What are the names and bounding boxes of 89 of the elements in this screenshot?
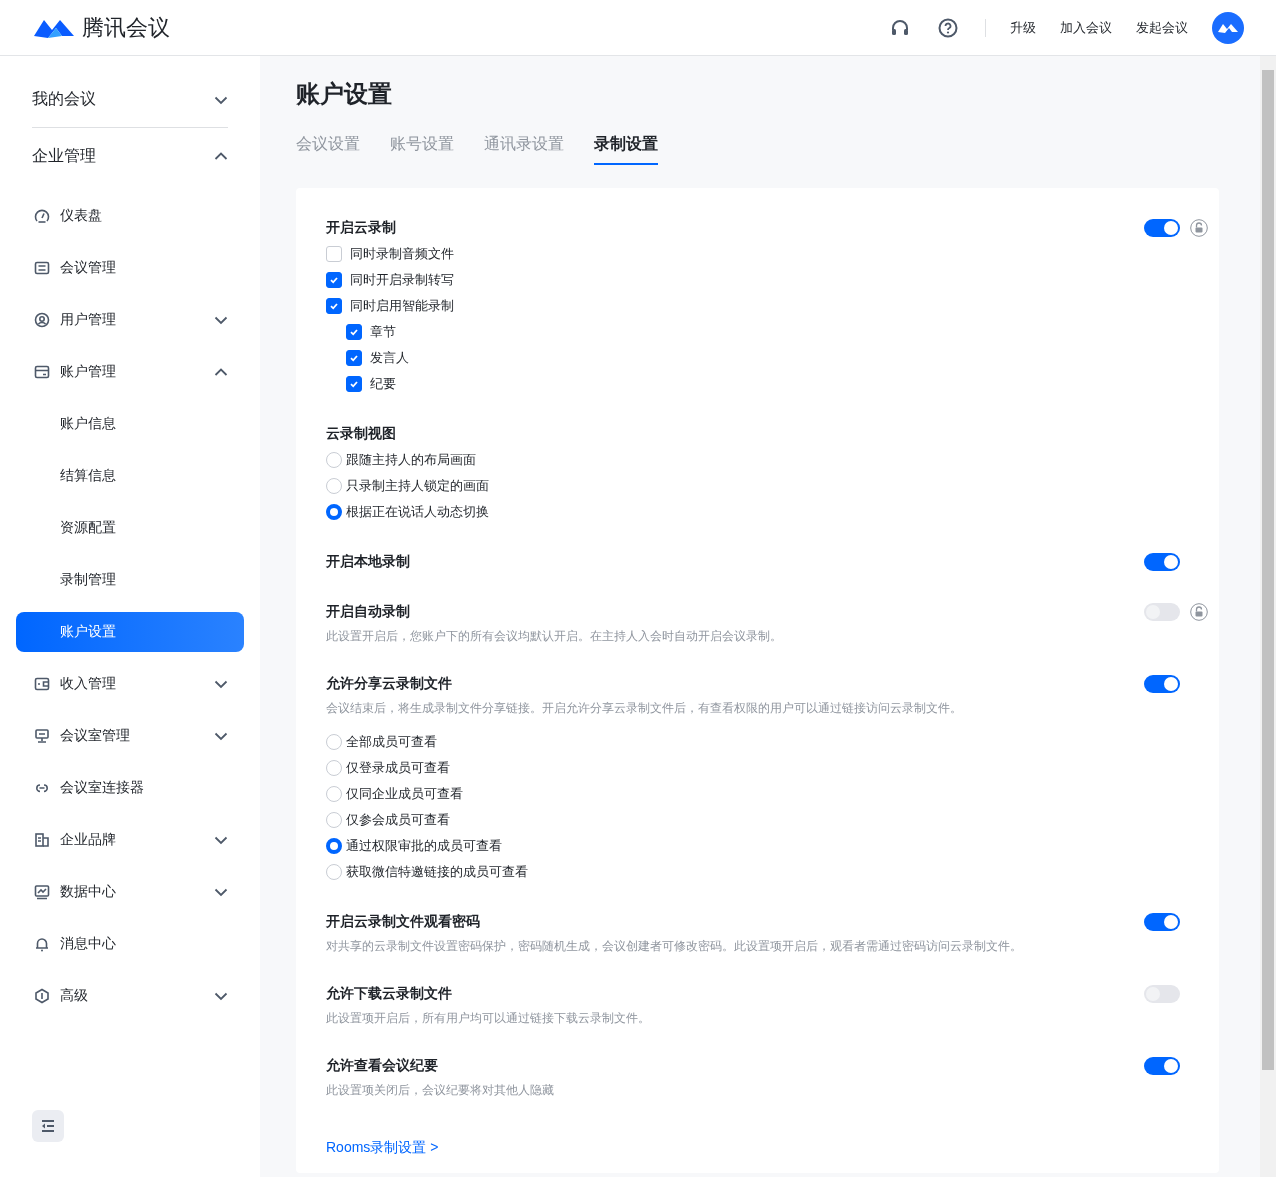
sidebar-item[interactable]: 数据中心 — [16, 872, 244, 912]
sidebar-item[interactable]: 账户信息 — [16, 404, 244, 444]
sidebar-item[interactable]: 结算信息 — [16, 456, 244, 496]
description: 此设置项关闭后，会议纪要将对其他人隐藏 — [326, 1082, 555, 1099]
sidebar-item[interactable]: 账户管理 — [16, 352, 244, 392]
section-title: 开启云录制 — [326, 219, 397, 237]
sidebar-item[interactable]: 会议管理 — [16, 248, 244, 288]
sidebar-item[interactable]: 收入管理 — [16, 664, 244, 704]
section-title: 开启云录制文件观看密码 — [326, 913, 481, 931]
monitor-icon — [34, 728, 50, 744]
check-icon — [329, 275, 339, 285]
sidebar-item[interactable]: 仪表盘 — [16, 196, 244, 236]
checkbox[interactable] — [326, 272, 342, 288]
toggle-switch[interactable] — [1144, 675, 1180, 693]
unlock-icon[interactable] — [1190, 219, 1208, 237]
sidebar-item[interactable]: 高级 — [16, 976, 244, 1016]
option-label: 跟随主持人的布局画面 — [346, 451, 476, 469]
toggle-switch[interactable] — [1144, 913, 1180, 931]
toggle-switch[interactable] — [1144, 1057, 1180, 1075]
check-icon — [329, 301, 339, 311]
sidebar-item[interactable]: 消息中心 — [16, 924, 244, 964]
checkbox[interactable] — [326, 298, 342, 314]
wallet-icon — [34, 676, 50, 692]
header-link[interactable]: 升级 — [1010, 18, 1036, 37]
sidebar-item[interactable]: 会议室连接器 — [16, 768, 244, 808]
description: 会议结束后，将生成录制文件分享链接。开启允许分享云录制文件后，有查看权限的用户可以通过链接访问云录制文件。 — [326, 700, 963, 717]
toggle-switch[interactable] — [1144, 553, 1180, 571]
sidebar-item[interactable]: 企业品牌 — [16, 820, 244, 860]
option-label: 通过权限审批的成员可查看 — [346, 837, 502, 855]
option-label: 同时开启录制转写 — [350, 271, 454, 289]
option-label: 同时启用智能录制 — [350, 297, 454, 315]
check-icon — [349, 353, 359, 363]
sidebar-group[interactable]: 我的会议 — [32, 72, 228, 128]
settings-link[interactable]: Rooms录制设置 > — [326, 1139, 439, 1157]
gauge-icon — [34, 208, 50, 224]
page-title: 账户设置 — [296, 79, 393, 109]
section-title: 允许分享云录制文件 — [326, 675, 453, 693]
toggle-switch[interactable] — [1144, 219, 1180, 237]
description: 此设置开启后，您账户下的所有会议均默认开启。在主持人入会时自动开启会议录制。 — [326, 628, 783, 645]
option-label: 章节 — [370, 323, 396, 341]
collapse-menu-icon — [40, 1118, 56, 1134]
sidebar-item[interactable]: 用户管理 — [16, 300, 244, 340]
shield-icon — [34, 988, 50, 1004]
section-title: 允许查看会议纪要 — [326, 1057, 439, 1075]
description: 此设置项开启后，所有用户均可以通过链接下载云录制文件。 — [326, 1010, 651, 1027]
option-label: 仅同企业成员可查看 — [346, 785, 463, 803]
header-link[interactable]: 发起会议 — [1136, 18, 1188, 37]
option-label: 获取微信特邀链接的成员可查看 — [346, 863, 528, 881]
unlock-icon[interactable] — [1190, 603, 1208, 621]
header-link[interactable]: 加入会议 — [1060, 18, 1112, 37]
option-label: 只录制主持人锁定的画面 — [346, 477, 489, 495]
option-label: 全部成员可查看 — [346, 733, 437, 751]
section-title: 开启本地录制 — [326, 553, 411, 571]
sidebar-group[interactable]: 企业管理 — [32, 128, 228, 184]
checkbox[interactable] — [346, 324, 362, 340]
checkbox[interactable] — [346, 376, 362, 392]
building-icon — [34, 832, 50, 848]
brand-name: 腾讯会议 — [82, 13, 170, 42]
check-icon — [349, 327, 359, 337]
description: 对共享的云录制文件设置密码保护，密码随机生成，会议创建者可修改密码。此设置项开启后，观看者需通过密码访问云录制文件。 — [326, 938, 1023, 955]
section-title: 云录制视图 — [326, 425, 397, 443]
section-title: 允许下载云录制文件 — [326, 985, 453, 1003]
user-icon — [34, 312, 50, 328]
option-label: 仅参会成员可查看 — [346, 811, 450, 829]
option-label: 根据正在说话人动态切换 — [346, 503, 489, 521]
radio-button[interactable] — [326, 504, 342, 520]
radio-button[interactable] — [326, 838, 342, 854]
checkbox[interactable] — [346, 350, 362, 366]
sidebar-item[interactable]: 录制管理 — [16, 560, 244, 600]
help-icon — [937, 16, 959, 39]
option-label: 仅登录成员可查看 — [346, 759, 450, 777]
collapse-button[interactable] — [32, 1110, 64, 1142]
sidebar-item[interactable]: 资源配置 — [16, 508, 244, 548]
list-icon — [34, 260, 50, 276]
avatar[interactable] — [1212, 11, 1244, 44]
scrollbar[interactable] — [1260, 56, 1276, 1177]
toggle-switch[interactable] — [1144, 603, 1180, 621]
toggle-switch[interactable] — [1144, 985, 1180, 1003]
section-title: 开启自动录制 — [326, 603, 411, 621]
option-label: 纪要 — [370, 375, 396, 393]
option-label: 同时录制音频文件 — [350, 245, 454, 263]
bell-icon — [34, 936, 50, 952]
sidebar-item[interactable]: 会议室管理 — [16, 716, 244, 756]
tab[interactable]: 录制设置 — [594, 134, 658, 165]
sidebar-item[interactable]: 账户设置 — [16, 612, 244, 652]
check-icon — [349, 379, 359, 389]
option-label: 发言人 — [370, 349, 409, 367]
chart-icon — [34, 884, 50, 900]
card-icon — [34, 364, 50, 380]
